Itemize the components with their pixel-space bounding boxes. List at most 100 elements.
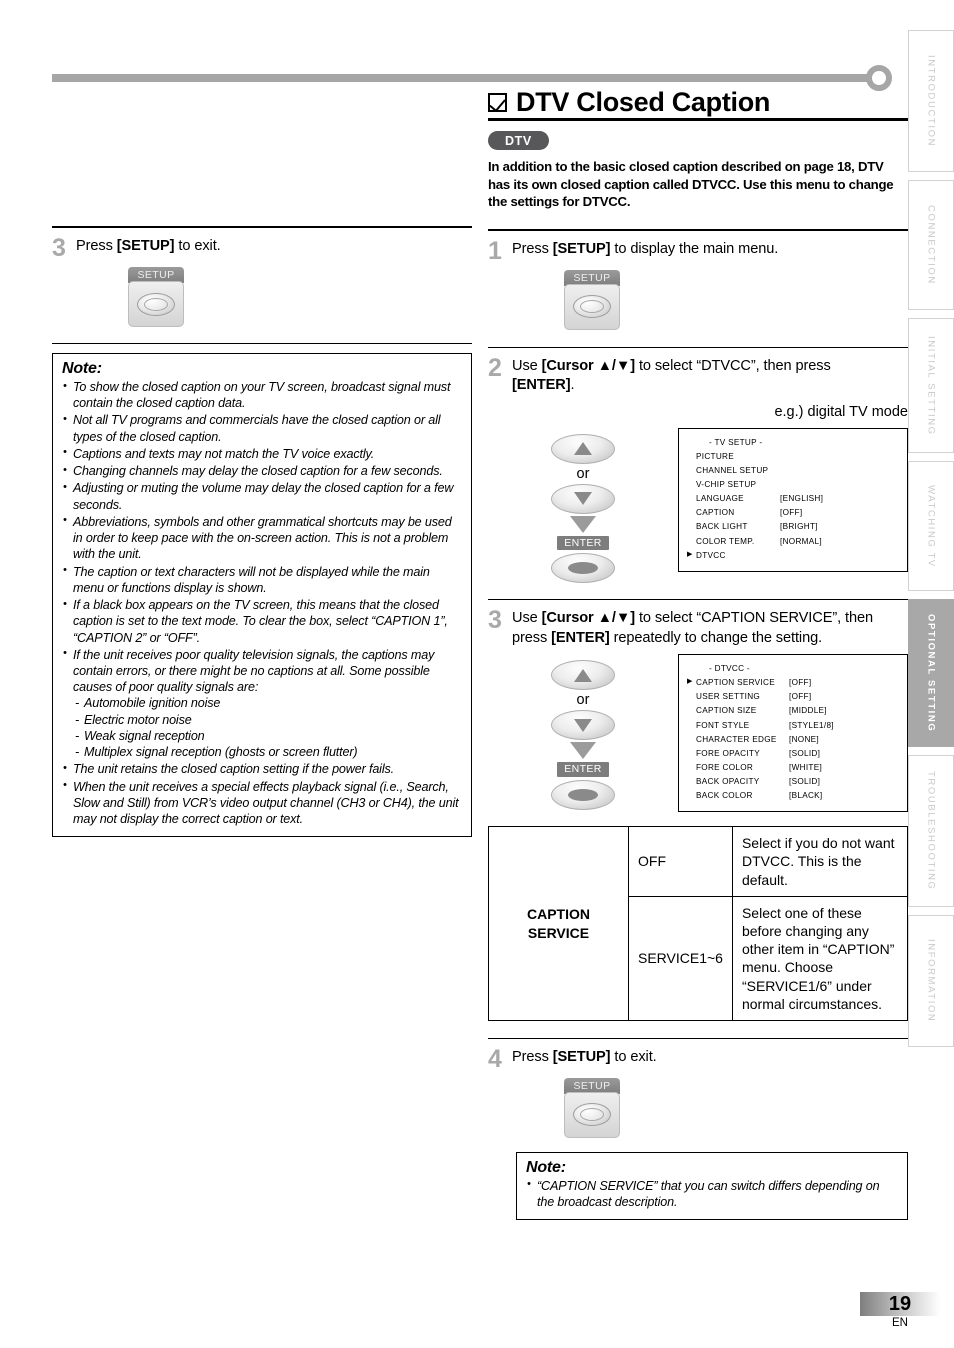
osd-row-label: FONT STYLE	[696, 720, 750, 730]
setup-key-button-icon	[573, 1103, 611, 1127]
osd-row-label: V-CHIP SETUP	[696, 480, 757, 490]
osd-menu-row[interactable]: CAPTION [OFF]	[687, 506, 899, 520]
osd-menu-row[interactable]: CHANNEL SETUP	[687, 464, 899, 478]
osd-menu-row[interactable]: ▶ CAPTION SERVICE [OFF]	[687, 676, 899, 690]
osd-row-spacer	[687, 761, 696, 775]
osd-menu-row[interactable]: FONT STYLE [STYLE1/8]	[687, 719, 899, 733]
section-tab-label: INITIAL SETTING	[925, 335, 937, 436]
enter-key	[551, 553, 615, 584]
osd-menu-row[interactable]: USER SETTING [OFF]	[687, 690, 899, 704]
note-item: The unit retains the closed caption sett…	[62, 761, 462, 777]
osd-row-label: CHARACTER EDGE	[696, 734, 777, 744]
triangle-up-icon	[574, 442, 592, 456]
note-heading: Note:	[526, 1158, 566, 1176]
header-rule	[52, 74, 872, 82]
manual-page: INTRODUCTION CONNECTION INITIAL SETTING WAT…	[0, 0, 954, 1348]
dtvcc-osd-wrap: - DTVCC - ▶ CAPTION SERVICE [OFF] USER SETT…	[678, 654, 908, 813]
step-text-pre-2: press	[512, 629, 552, 646]
note-item: Not all TV programs and commercials have…	[62, 412, 462, 444]
osd-menu-row[interactable]: BACK OPACITY [SOLID]	[687, 775, 899, 789]
triangle-up-icon	[574, 668, 592, 682]
osd-menu-row[interactable]: V-CHIP SETUP	[687, 478, 899, 492]
osd-row-label: CHANNEL SETUP	[696, 466, 769, 476]
step-text: Use [Cursor ▲/▼] to select “DTVCC”, then…	[512, 357, 831, 396]
setup-key-graphic: SETUP	[564, 269, 620, 330]
dtv-badge: DTV	[488, 131, 549, 151]
section-tabs: INTRODUCTION CONNECTION INITIAL SETTING WAT…	[908, 30, 954, 1055]
osd-row-value: [BRIGHT]	[780, 522, 818, 532]
note-item: If a black box appears on the TV screen,…	[62, 597, 462, 646]
section-tab-label: CONNECTION	[925, 205, 937, 285]
osd-menu-row[interactable]: FORE COLOR [WHITE]	[687, 761, 899, 775]
osd-row-value: [NONE]	[789, 734, 820, 744]
osd-row-label: LANGUAGE	[696, 494, 744, 504]
osd-row-spacer	[687, 464, 696, 478]
selection-arrow-icon: ▶	[687, 550, 693, 558]
step-text-cursor: [Cursor ▲/▼]	[541, 610, 635, 627]
right-column: DTV Closed Caption DTV In addition to th…	[488, 88, 909, 1221]
dtvcc-osd: - DTVCC - ▶ CAPTION SERVICE [OFF] USER SETT…	[678, 654, 908, 813]
section-tab-troubleshooting[interactable]: TROUBLESHOOTING	[908, 755, 954, 907]
step-text-pre: Use	[512, 610, 542, 627]
page-number: 19	[888, 1292, 912, 1315]
osd-row-spacer	[687, 775, 696, 789]
note-item: Changing channels may delay the closed c…	[62, 463, 462, 479]
triangle-down-icon	[574, 492, 592, 506]
step-text-pre: Press	[76, 238, 117, 254]
note-list: “CAPTION SERVICE” that you can switch di…	[526, 1177, 898, 1210]
page-footer: 19 EN	[860, 1292, 940, 1329]
table-cell-option: OFF	[628, 826, 733, 897]
page-number-bar: 19	[860, 1292, 940, 1316]
step-number: 3	[52, 234, 66, 262]
section-tab-label: INTRODUCTION	[925, 54, 937, 148]
note-item: To show the closed caption on your TV sc…	[62, 378, 462, 411]
osd-row-spacer	[687, 520, 696, 534]
osd-row-value: [MIDDLE]	[789, 706, 827, 716]
note-item: If the unit receives poor quality televi…	[62, 646, 462, 696]
setup-key-button-icon	[137, 292, 175, 316]
left-column: 3 Press [SETUP] to exit. SETUP Note: To …	[52, 90, 472, 838]
osd-menu-row[interactable]: COLOR TEMP. [NORMAL]	[687, 535, 899, 549]
section-tab-introduction[interactable]: INTRODUCTION	[908, 30, 954, 172]
osd-menu-row[interactable]: FORE OPACITY [SOLID]	[687, 747, 899, 761]
right-note-box: Note: “CAPTION SERVICE” that you can swi…	[516, 1151, 908, 1221]
section-tab-information[interactable]: INFORMATION	[908, 915, 954, 1047]
note-item: Adjusting or muting the volume may delay…	[62, 480, 462, 512]
right-step-1: 1 Press [SETUP] to display the main menu…	[488, 231, 908, 263]
osd-menu-row[interactable]: LANGUAGE [ENGLISH]	[687, 492, 899, 506]
osd-menu-row[interactable]: CAPTION SIZE [MIDDLE]	[687, 704, 899, 718]
osd-menu-row[interactable]: PICTURE	[687, 450, 899, 464]
setup-key-body	[564, 283, 620, 330]
section-tab-initial-setting[interactable]: INITIAL SETTING	[908, 318, 954, 453]
osd-row-value: [BLACK]	[789, 791, 823, 801]
section-tab-optional-setting[interactable]: OPTIONAL SETTING	[908, 599, 954, 747]
section-tab-watching-tv[interactable]: WATCHING TV	[908, 461, 954, 591]
section-tab-connection[interactable]: CONNECTION	[908, 180, 954, 310]
or-label: or	[576, 465, 590, 482]
osd-menu-row[interactable]: ▶ DTVCC	[687, 549, 899, 563]
language-code: EN	[892, 1317, 908, 1329]
osd-title: - TV SETUP -	[709, 437, 763, 447]
table-row-header: CAPTION SERVICE	[488, 826, 629, 1021]
enter-key	[551, 779, 615, 810]
step-text-pre: Press	[512, 240, 553, 257]
step-text-post: to display the main menu.	[610, 240, 779, 257]
enter-key-label: ENTER	[557, 535, 609, 551]
step-text-post: to exit.	[174, 238, 221, 254]
osd-menu-row[interactable]: BACK COLOR [BLACK]	[687, 789, 899, 803]
osd-menu-row[interactable]: CHARACTER EDGE [NONE]	[687, 733, 899, 747]
osd-row-spacer	[687, 747, 696, 761]
selection-arrow-icon: ▶	[687, 678, 693, 686]
osd-row-label: FORE OPACITY	[696, 748, 760, 758]
caption-service-table: CAPTION SERVICE OFF Select if you do not w…	[488, 826, 909, 1021]
osd-row-value: [STYLE1/8]	[789, 720, 834, 730]
cursor-keys-step-3: or ENTER	[488, 654, 678, 810]
osd-row-spacer	[687, 690, 696, 704]
section-tab-label: INFORMATION	[925, 939, 937, 1023]
table-row: CAPTION SERVICE OFF Select if you do not w…	[488, 826, 909, 1021]
left-step-3: 3 Press [SETUP] to exit.	[52, 228, 472, 262]
osd-row-value: [SOLID]	[789, 748, 821, 758]
flow-arrow-icon	[570, 515, 596, 533]
osd-menu-row[interactable]: BACK LIGHT [BRIGHT]	[687, 520, 899, 534]
step-number: 1	[488, 236, 502, 265]
